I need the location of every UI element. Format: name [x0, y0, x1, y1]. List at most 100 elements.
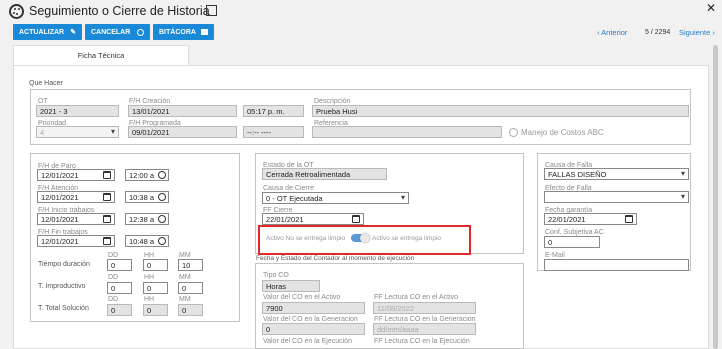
hora-creacion-field: 05:17 p. m.: [243, 105, 304, 117]
scrollbar[interactable]: [713, 45, 718, 349]
close-icon[interactable]: ✕: [706, 1, 716, 15]
descripcion-label: Descripción: [314, 98, 351, 105]
next-label: Siguiente: [679, 28, 711, 37]
duracion-dd[interactable]: 0: [107, 259, 132, 271]
toggle-on-label: Activo se entrega limpio: [372, 235, 442, 242]
fin-date[interactable]: 12/01/2021: [37, 235, 115, 247]
pencil-icon: ✎: [70, 29, 76, 36]
cancel-button[interactable]: CANCELAR: [85, 24, 150, 40]
toggle-off-label: Activo No se entrega limpio: [266, 235, 346, 242]
email-label: E-Mail: [545, 252, 565, 259]
calendar-icon: [103, 171, 111, 179]
clock-icon: [158, 171, 166, 179]
toggle-knob: [360, 233, 370, 243]
update-label: ACTUALIZAR: [19, 28, 65, 36]
calendar-icon: [103, 237, 111, 245]
improductivo-hh[interactable]: 0: [143, 282, 168, 294]
mm-header: MM: [179, 252, 191, 259]
total-mm: 0: [178, 304, 203, 316]
dd-header: DD: [108, 296, 119, 303]
activo-field: 7900: [262, 302, 365, 314]
inicio-date[interactable]: 12/01/2021: [37, 213, 115, 225]
update-button[interactable]: ACTUALIZAR ✎: [13, 24, 82, 40]
causa-cierre-label: Causa de Cierre: [263, 185, 314, 192]
app-logo-icon: [9, 4, 24, 19]
abc-radio[interactable]: [509, 128, 518, 137]
maximize-icon[interactable]: [206, 5, 217, 16]
ff-activo-label: FF Lectura CO en el Activo: [374, 294, 459, 301]
efecto-falla-select[interactable]: [544, 191, 689, 203]
gen-field: 0: [262, 323, 365, 335]
fh-creacion-field: 13/01/2021: [128, 105, 237, 117]
abc-label: Manejo de Costos ABC: [521, 128, 604, 137]
total-label: T. Total Solución: [38, 305, 89, 312]
estado-field: Cerrada Retroalimentada: [262, 168, 387, 180]
improductivo-mm[interactable]: 0: [178, 282, 203, 294]
ff-cierre-date[interactable]: 22/01/2021: [262, 213, 364, 225]
ff-activo-field: 11/08/2022: [373, 302, 476, 314]
atencion-date[interactable]: 12/01/2021: [37, 191, 115, 203]
calendar-icon: [103, 215, 111, 223]
causa-cierre-select[interactable]: 0 - OT Ejecutada: [262, 192, 409, 204]
prev-button[interactable]: ‹ Anterior: [597, 28, 627, 37]
mm-header: MM: [179, 296, 191, 303]
hora-programada-field: --:-- ----: [243, 126, 304, 138]
tipo-co-field: Horas: [262, 280, 320, 292]
garantia-date[interactable]: 22/01/2021: [544, 213, 637, 225]
ff-gen-field: dd/mm/aaaa: [373, 323, 476, 335]
fh-programada-field: 09/01/2021: [128, 126, 237, 138]
prev-label: Anterior: [601, 28, 628, 37]
tab-ficha-tecnica[interactable]: Ficha Técnica: [13, 45, 189, 66]
gen-label: Valor del CO en la Generacion: [263, 316, 358, 323]
inicio-time[interactable]: 12:38 a: [125, 213, 169, 225]
hh-header: HH: [144, 274, 155, 281]
ff-ejec-label: FF Lectura CO en la Ejecución: [374, 338, 470, 345]
causa-falla-select[interactable]: FALLAS DISEÑO: [544, 168, 689, 180]
descripcion-field: Prueba Husi: [312, 105, 689, 117]
ff-gen-label: FF Lectura CO en la Generacion: [374, 316, 476, 323]
dd-header: DD: [108, 274, 119, 281]
total-hh: 0: [143, 304, 168, 316]
prioridad-select[interactable]: 4: [36, 126, 119, 138]
calendar-icon: [103, 193, 111, 201]
improductivo-dd[interactable]: 0: [107, 282, 132, 294]
ejec-label: Valor del CO en la Ejecución: [263, 338, 352, 345]
log-button[interactable]: BITÁCORA: [153, 24, 214, 40]
mm-header: MM: [179, 274, 191, 281]
clean-toggle[interactable]: [351, 233, 370, 243]
calendar-icon: [352, 215, 360, 223]
conf-field[interactable]: 0: [544, 236, 600, 248]
fh-creacion-label: F/H Creación: [129, 98, 171, 105]
contador-title: Fecha y Estado del Contador al momento d…: [256, 255, 415, 262]
improductivo-label: T. Improductivo: [38, 283, 86, 290]
log-label: BITÁCORA: [159, 28, 196, 36]
book-icon: [201, 29, 208, 35]
conf-label: Conf. Subjetiva AC: [545, 229, 604, 236]
paro-date[interactable]: 12/01/2021: [37, 169, 115, 181]
paro-time[interactable]: 12:00 a: [125, 169, 169, 181]
atencion-time[interactable]: 10:38 a: [125, 191, 169, 203]
calendar-icon: [625, 215, 633, 223]
hh-header: HH: [144, 252, 155, 259]
ot-field: 2021 - 3: [36, 105, 119, 117]
clock-icon: [158, 193, 166, 201]
cancel-circle-icon: [137, 28, 144, 36]
activo-label: Valor del CO en el Activo: [263, 294, 341, 301]
total-dd: 0: [107, 304, 132, 316]
tipo-co-label: Tipo CO: [263, 272, 289, 279]
duracion-mm[interactable]: 10: [178, 259, 203, 271]
page-title: Seguimiento o Cierre de Historia: [29, 4, 210, 18]
fin-time[interactable]: 10:48 a: [125, 235, 169, 247]
ot-label: OT: [38, 98, 48, 105]
record-position: 5 / 2294: [645, 29, 671, 36]
email-field[interactable]: [544, 259, 689, 271]
duracion-hh[interactable]: 0: [143, 259, 168, 271]
dd-header: DD: [108, 252, 119, 259]
clock-icon: [158, 215, 166, 223]
duracion-label: Tiempo duración: [38, 261, 90, 268]
hh-header: HH: [144, 296, 155, 303]
next-button[interactable]: Siguiente ›: [679, 28, 715, 37]
referencia-field: [312, 126, 502, 138]
clock-icon: [158, 237, 166, 245]
cancel-label: CANCELAR: [91, 28, 131, 36]
